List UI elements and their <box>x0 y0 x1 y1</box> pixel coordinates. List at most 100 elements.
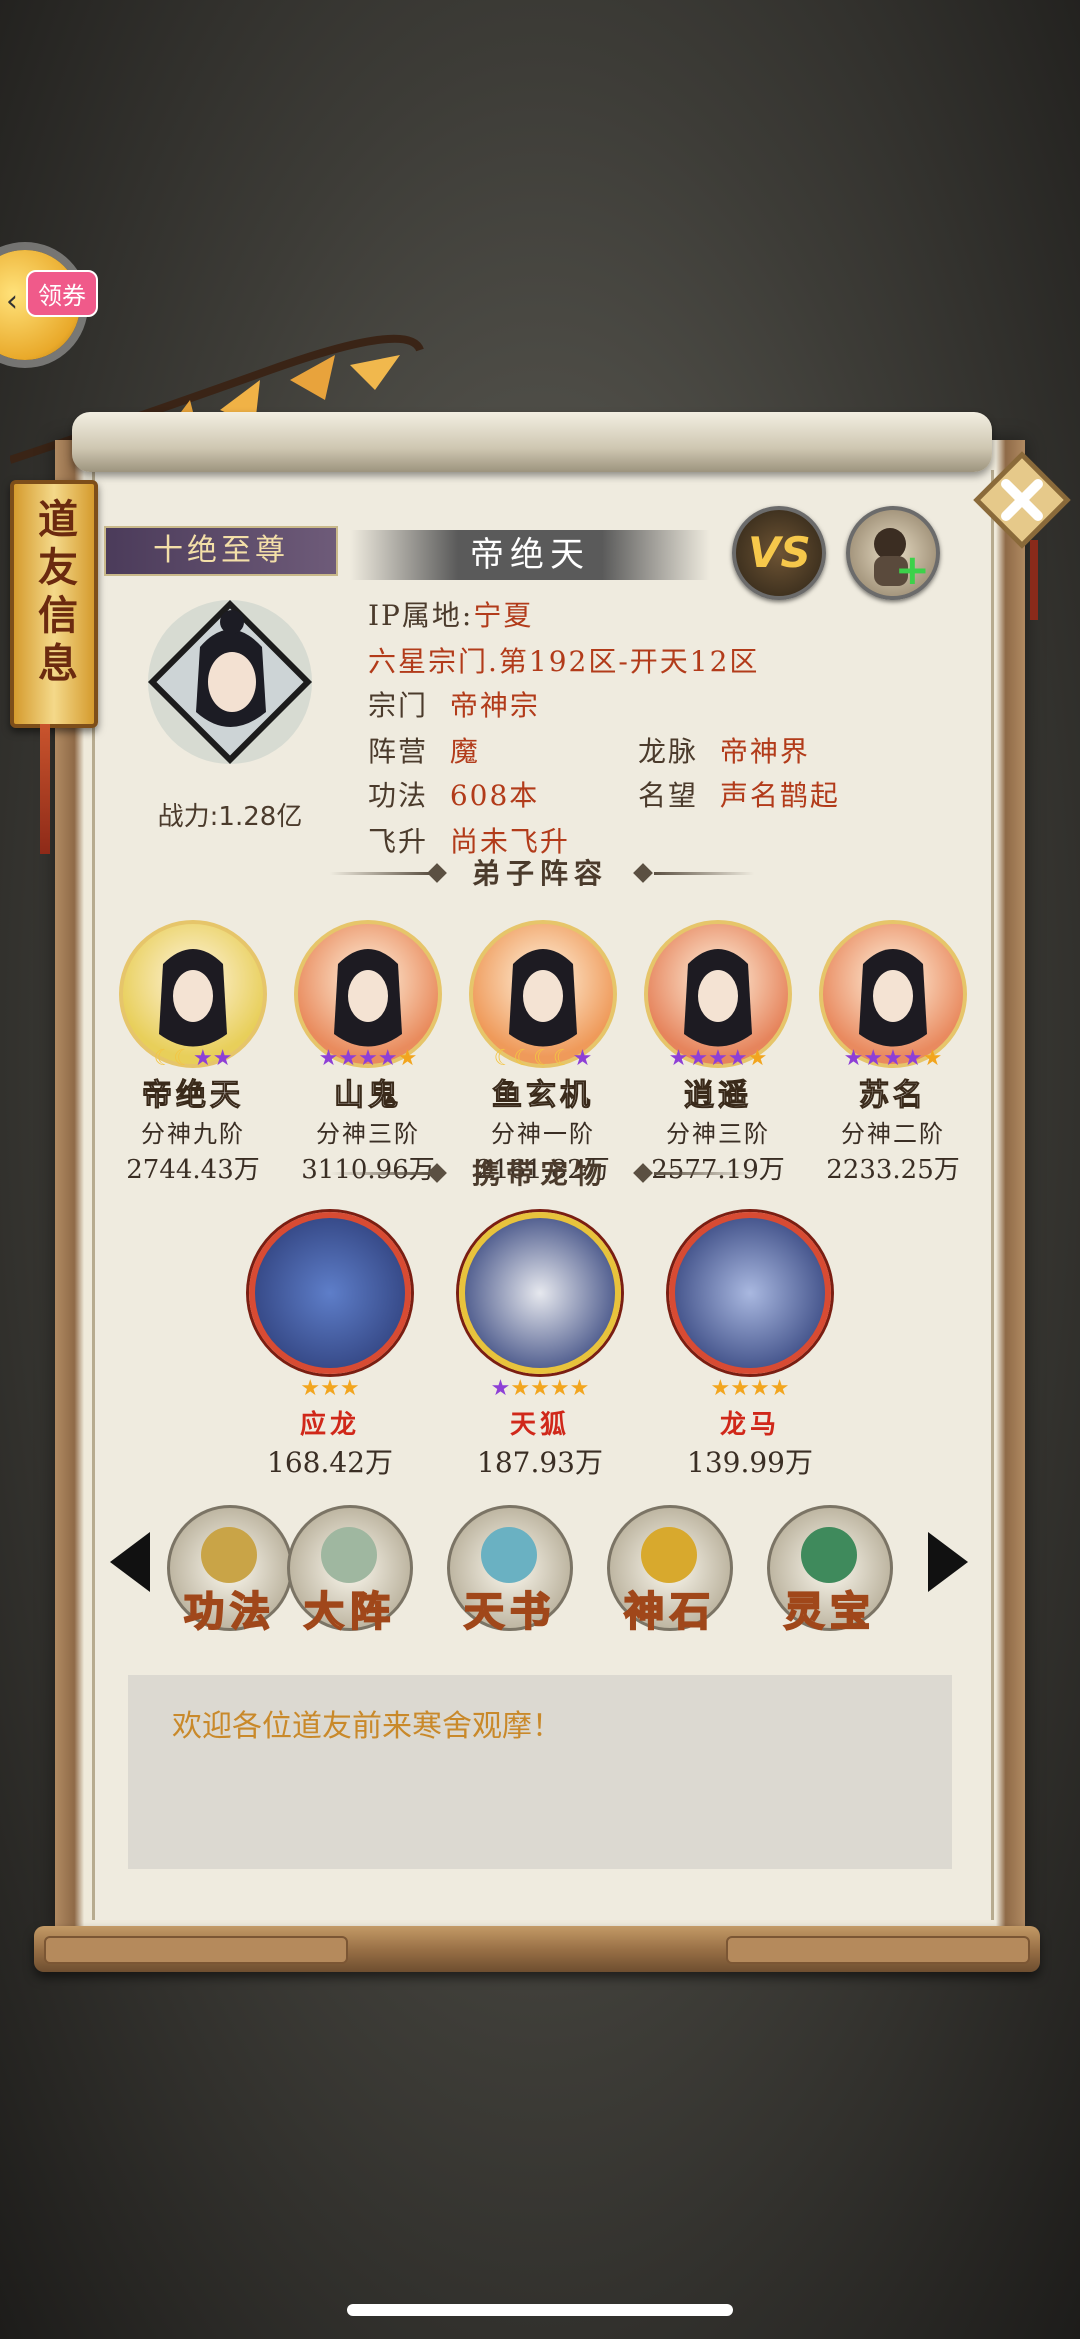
skill-icon <box>321 1527 377 1583</box>
vein-row: 龙脉 帝神界 <box>638 730 810 770</box>
fame-row: 名望 声名鹊起 <box>638 774 840 814</box>
moon-icon: ☾ <box>533 1046 553 1071</box>
star-icon: ★ <box>569 1376 590 1401</box>
disciple-name: 苏名 <box>859 1078 927 1114</box>
skill-label: 功法 <box>183 1587 276 1636</box>
star-icon: ★ <box>769 1376 790 1401</box>
player-name: 帝绝天 <box>350 530 710 580</box>
disciple-name: 鱼玄机 <box>492 1078 594 1114</box>
sect-row: 宗门 帝神宗 <box>368 684 540 724</box>
star-icon: ★ <box>530 1376 550 1401</box>
star-icon: ★ <box>883 1046 903 1071</box>
pet-name: 龙马 <box>719 1410 780 1440</box>
pet-portrait <box>249 1212 411 1374</box>
skill-tab[interactable]: 功法 <box>165 1505 295 1636</box>
side-tab-label: 道友信息 <box>31 498 78 690</box>
vs-challenge-button[interactable]: VS <box>732 506 826 600</box>
disciple-stars: ☾☾☾☾★ <box>463 1048 623 1074</box>
ip-label: IP属地: <box>368 599 474 632</box>
disciple-rank: 分神一阶 <box>491 1120 595 1148</box>
star-icon: ★ <box>727 1046 748 1071</box>
skill-count-row: 功法 608本 <box>368 774 539 814</box>
disciple-rank: 分神九阶 <box>141 1120 245 1148</box>
combat-power: 战力:1.28亿 <box>157 802 303 832</box>
star-icon: ★ <box>708 1046 728 1071</box>
pet-card[interactable]: ★★★ 应龙 168.42万 <box>245 1212 415 1481</box>
star-icon: ★ <box>572 1046 593 1071</box>
disciple-card[interactable]: ☾☾★★ 帝绝天 分神九阶 2744.43万 <box>113 920 273 1186</box>
message-text: 欢迎各位道友前来寒舍观摩！ <box>172 1709 562 1744</box>
star-icon: ★ <box>549 1376 570 1401</box>
skill-count-value: 608本 <box>449 779 540 812</box>
pet-card[interactable]: ★★★★ 龙马 139.99万 <box>665 1212 835 1481</box>
pet-stars: ★★★★★ <box>455 1378 625 1404</box>
disciple-card[interactable]: ★★★★★ 山鬼 分神三阶 3110.96万 <box>288 920 448 1186</box>
star-icon: ★ <box>358 1046 378 1071</box>
star-icon: ★ <box>510 1376 531 1401</box>
skill-icon <box>801 1527 857 1583</box>
pet-card[interactable]: ★★★★★ 天狐 187.93万 <box>455 1212 625 1481</box>
star-icon: ★ <box>863 1046 884 1071</box>
skill-tab[interactable]: 天书 <box>445 1505 575 1636</box>
star-icon: ★ <box>193 1046 213 1071</box>
sect-value: 帝神宗 <box>449 689 540 722</box>
pet-power: 168.42万 <box>267 1446 393 1479</box>
skill-tab[interactable]: 灵宝 <box>765 1505 895 1636</box>
skill-label: 大阵 <box>303 1587 396 1636</box>
star-icon: ★ <box>747 1046 768 1071</box>
disciple-name: 帝绝天 <box>142 1078 244 1114</box>
disciple-card[interactable]: ☾☾☾☾★ 鱼玄机 分神一阶 2161.82万 <box>463 920 623 1186</box>
disciple-power: 2744.43万 <box>126 1155 260 1185</box>
camp-row: 阵营 魔 <box>368 730 480 770</box>
disciple-name: 逍遥 <box>684 1078 752 1114</box>
skill-label: 神石 <box>623 1587 716 1636</box>
moon-icon: ☾ <box>173 1046 193 1071</box>
star-icon: ★ <box>397 1046 418 1071</box>
skill-tab[interactable]: 神石 <box>605 1505 735 1636</box>
player-avatar[interactable] <box>140 592 320 772</box>
sect-server: 六星宗门.第192区-开天12区 <box>368 645 760 678</box>
vein-label: 龙脉 <box>638 735 699 768</box>
add-friend-button[interactable]: + <box>846 506 940 600</box>
star-icon: ★ <box>338 1046 359 1071</box>
roll-lip-left <box>44 1936 348 1964</box>
carousel-left-arrow-icon[interactable] <box>110 1532 150 1592</box>
star-icon: ★ <box>902 1046 923 1071</box>
scroll-bottom-roll <box>34 1926 1040 1972</box>
carousel-right-arrow-icon[interactable] <box>928 1532 968 1592</box>
plus-icon: + <box>894 545 930 594</box>
disciple-card[interactable]: ★★★★★ 逍遥 分神三阶 2577.19万 <box>638 920 798 1186</box>
disciple-rank: 分神三阶 <box>666 1120 770 1148</box>
disciple-card[interactable]: ★★★★★ 苏名 分神二阶 2233.25万 <box>813 920 973 1186</box>
close-icon[interactable] <box>972 450 1072 550</box>
player-info-side-tab: 道友信息 <box>10 480 98 728</box>
section-line-right <box>654 1172 754 1175</box>
moon-icon: ☾ <box>552 1046 573 1071</box>
home-indicator[interactable] <box>347 2304 733 2316</box>
roll-lip-right <box>726 1936 1030 1964</box>
pet-name: 应龙 <box>299 1410 360 1440</box>
star-icon: ★ <box>730 1376 750 1401</box>
message-board: 欢迎各位道友前来寒舍观摩！ <box>128 1675 952 1869</box>
close-tassel <box>1030 540 1038 620</box>
side-tassel <box>40 724 50 854</box>
star-icon: ★ <box>688 1046 709 1071</box>
skill-label: 天书 <box>463 1587 556 1636</box>
fame-value: 声名鹊起 <box>719 779 840 812</box>
disciple-name: 山鬼 <box>334 1078 402 1114</box>
disciple-stars: ★★★★★ <box>638 1048 798 1074</box>
vein-value: 帝神界 <box>719 735 810 768</box>
ip-value: 宁夏 <box>473 599 534 632</box>
coupon-button[interactable]: 领券 <box>26 270 98 317</box>
disciple-stars: ☾☾★★ <box>113 1048 273 1074</box>
disciple-rank: 分神二阶 <box>841 1120 945 1148</box>
pet-power: 187.93万 <box>477 1446 603 1479</box>
star-icon: ★ <box>843 1046 864 1071</box>
star-icon: ★ <box>490 1376 511 1401</box>
section-line-right <box>654 872 754 875</box>
pet-name: 天狐 <box>509 1410 570 1440</box>
star-icon: ★ <box>212 1046 233 1071</box>
moon-icon: ☾ <box>153 1046 174 1071</box>
fame-label: 名望 <box>638 779 699 812</box>
skill-tab[interactable]: 大阵 <box>285 1505 415 1636</box>
